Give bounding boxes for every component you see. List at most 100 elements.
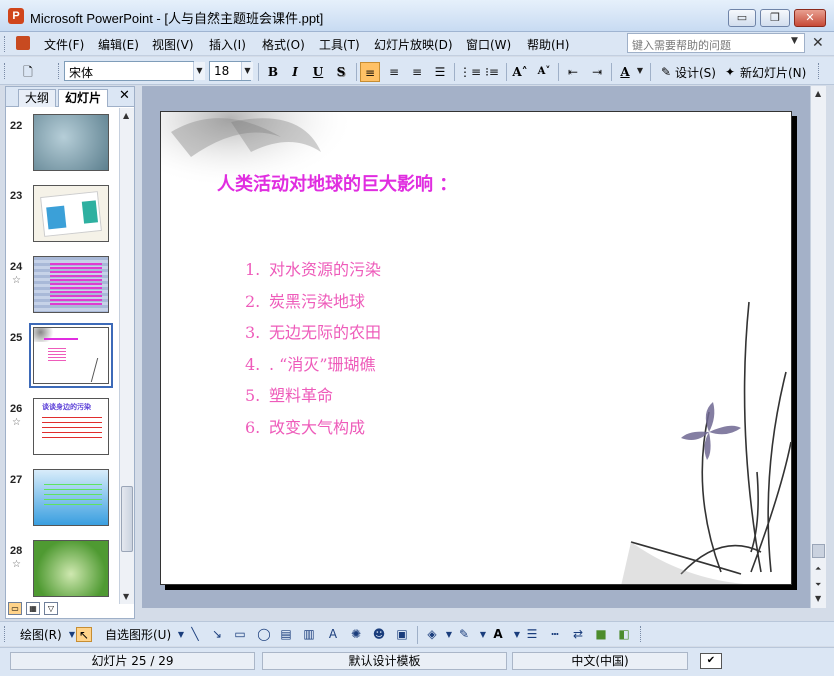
decrease-indent-icon[interactable]: ⇤: [563, 62, 583, 82]
decrease-font-icon[interactable]: A˅: [534, 62, 554, 82]
normal-view-icon[interactable]: ▭: [8, 602, 22, 615]
shadow-style-icon[interactable]: ■: [593, 627, 609, 642]
align-center-icon[interactable]: ≡: [384, 62, 404, 82]
slide-sorter-icon[interactable]: ▦: [26, 602, 40, 615]
design-icon[interactable]: ✎: [656, 62, 676, 82]
powerpoint-app-icon[interactable]: P: [8, 8, 24, 24]
tab-slides[interactable]: 幻灯片: [58, 89, 109, 107]
slide-thumbnail-27[interactable]: [33, 469, 109, 526]
slide-thumbnail-26[interactable]: 谈谈身边的污染: [33, 398, 109, 455]
clipart-icon[interactable]: ☻: [371, 627, 387, 642]
fill-color-icon[interactable]: ◈: [424, 627, 440, 642]
font-color-icon[interactable]: A: [490, 627, 506, 642]
help-dropdown-icon[interactable]: ▼: [791, 36, 798, 46]
slide-thumbnail-22[interactable]: [33, 114, 109, 171]
design-button[interactable]: 设计(S): [675, 64, 716, 81]
menu-slideshow[interactable]: 幻灯片放映(D): [374, 36, 453, 53]
autoshapes-button[interactable]: 自选图形(U): [105, 626, 171, 643]
menu-grip[interactable]: [4, 36, 7, 52]
menu-view[interactable]: 视图(V): [152, 36, 194, 53]
template-status[interactable]: 默认设计模板: [262, 652, 507, 670]
menu-insert[interactable]: 插入(I): [209, 36, 246, 53]
toolbar-options-icon[interactable]: [818, 63, 821, 79]
font-name-select[interactable]: 宋体: [64, 61, 194, 81]
diagram-icon[interactable]: ✺: [348, 627, 364, 642]
font-color-icon[interactable]: A: [615, 62, 635, 82]
toolbar-options-icon[interactable]: [640, 626, 643, 642]
slide-title[interactable]: 人类活动对地球的巨大影响 ：: [217, 170, 457, 196]
close-pane-icon[interactable]: ✕: [119, 88, 130, 103]
oval-icon[interactable]: ◯: [256, 627, 272, 642]
scroll-up-icon[interactable]: ▲: [815, 89, 821, 98]
spelling-check-icon[interactable]: ✔: [700, 653, 722, 669]
restore-button[interactable]: ❐: [760, 9, 790, 27]
align-right-icon[interactable]: ≡: [407, 62, 427, 82]
scroll-down-icon[interactable]: ▼: [815, 594, 821, 603]
line-icon[interactable]: ╲: [187, 627, 203, 642]
dropdown-icon[interactable]: ▼: [475, 627, 491, 642]
previous-slide-icon[interactable]: ⏶: [815, 564, 821, 574]
toolbar-grip[interactable]: [4, 63, 7, 79]
scroll-thumb[interactable]: [121, 486, 133, 552]
textbox-icon[interactable]: ▤: [278, 627, 294, 642]
3d-style-icon[interactable]: ◧: [616, 627, 632, 642]
slide-content-list[interactable]: 1. 对水资源的污染 2. 炭黑污染地球 3. 无边无际的农田 4.. “消灭”珊瑚礁…: [245, 256, 381, 445]
underline-button[interactable]: U: [308, 62, 328, 82]
shadow-button[interactable]: S: [331, 62, 351, 82]
rectangle-icon[interactable]: ▭: [232, 627, 248, 642]
new-document-icon[interactable]: 🗋: [18, 62, 38, 82]
menu-format[interactable]: 格式(O): [262, 36, 305, 53]
slide-thumbnail-28[interactable]: [33, 540, 109, 597]
menu-tools[interactable]: 工具(T): [319, 36, 360, 53]
menu-help[interactable]: 帮助(H): [527, 36, 569, 53]
toolbar-grip[interactable]: [4, 626, 7, 642]
picture-icon[interactable]: ▣: [394, 627, 410, 642]
menu-file[interactable]: 文件(F): [44, 36, 84, 53]
align-left-icon[interactable]: ≡: [360, 62, 380, 82]
slide-thumbnail-23[interactable]: [33, 185, 109, 242]
draw-menu-button[interactable]: 绘图(R): [20, 626, 62, 643]
new-slide-icon[interactable]: ✦: [720, 62, 740, 82]
font-size-dropdown-icon[interactable]: ▼: [241, 62, 253, 80]
select-pointer-icon[interactable]: ↖: [76, 627, 92, 642]
scroll-up-icon[interactable]: ▲: [123, 111, 129, 120]
scroll-thumb[interactable]: [812, 544, 825, 558]
new-slide-button[interactable]: 新幻灯片(N): [740, 64, 806, 81]
line-style-icon[interactable]: ☰: [524, 627, 540, 642]
menu-edit[interactable]: 编辑(E): [98, 36, 139, 53]
close-window-button[interactable]: ✕: [794, 9, 826, 27]
increase-font-icon[interactable]: A˄: [510, 62, 530, 82]
bold-button[interactable]: B: [263, 62, 283, 82]
slide-thumbnail-25[interactable]: [29, 323, 113, 388]
arrow-icon[interactable]: ↘: [209, 627, 225, 642]
toolbar-grip-2[interactable]: [58, 63, 61, 79]
menu-window[interactable]: 窗口(W): [466, 36, 511, 53]
dropdown-icon[interactable]: ▼: [441, 627, 457, 642]
slide-scrollbar[interactable]: ▲ ⏶ ⏷ ▼: [810, 86, 826, 608]
justify-icon[interactable]: ☰: [430, 62, 450, 82]
close-document-icon[interactable]: ✕: [812, 35, 824, 51]
orchid-flower: [681, 402, 741, 460]
minimize-button[interactable]: ▭: [728, 9, 756, 27]
font-name-dropdown-icon[interactable]: ▼: [193, 62, 205, 80]
document-icon[interactable]: [16, 36, 30, 50]
pane-tab-strip: 大纲 幻灯片 ✕: [6, 87, 134, 107]
numbered-list-icon[interactable]: ⋮≡: [459, 62, 481, 82]
dash-style-icon[interactable]: ┅: [547, 627, 563, 642]
tab-outline[interactable]: 大纲: [18, 89, 57, 107]
line-color-icon[interactable]: ✎: [456, 627, 472, 642]
vertical-textbox-icon[interactable]: ▥: [301, 627, 317, 642]
wordart-icon[interactable]: A: [325, 627, 341, 642]
next-slide-icon[interactable]: ⏷: [815, 580, 821, 590]
current-slide[interactable]: 人类活动对地球的巨大影响 ： 1. 对水资源的污染 2. 炭黑污染地球 3. 无边无际…: [160, 111, 792, 585]
increase-indent-icon[interactable]: ⇥: [587, 62, 607, 82]
italic-button[interactable]: I: [285, 62, 305, 82]
slideshow-icon[interactable]: ▽: [44, 602, 58, 615]
dropdown-icon[interactable]: ▼: [509, 627, 525, 642]
help-search-input[interactable]: 键入需要帮助的问题: [627, 33, 805, 53]
font-color-dropdown-icon[interactable]: ▼: [634, 62, 646, 80]
thumbnail-scrollbar[interactable]: ▲ ▼: [119, 108, 134, 604]
slide-thumbnail-24[interactable]: [33, 256, 109, 313]
bullet-list-icon[interactable]: ⁝≡: [482, 62, 502, 82]
arrow-style-icon[interactable]: ⇄: [570, 627, 586, 642]
